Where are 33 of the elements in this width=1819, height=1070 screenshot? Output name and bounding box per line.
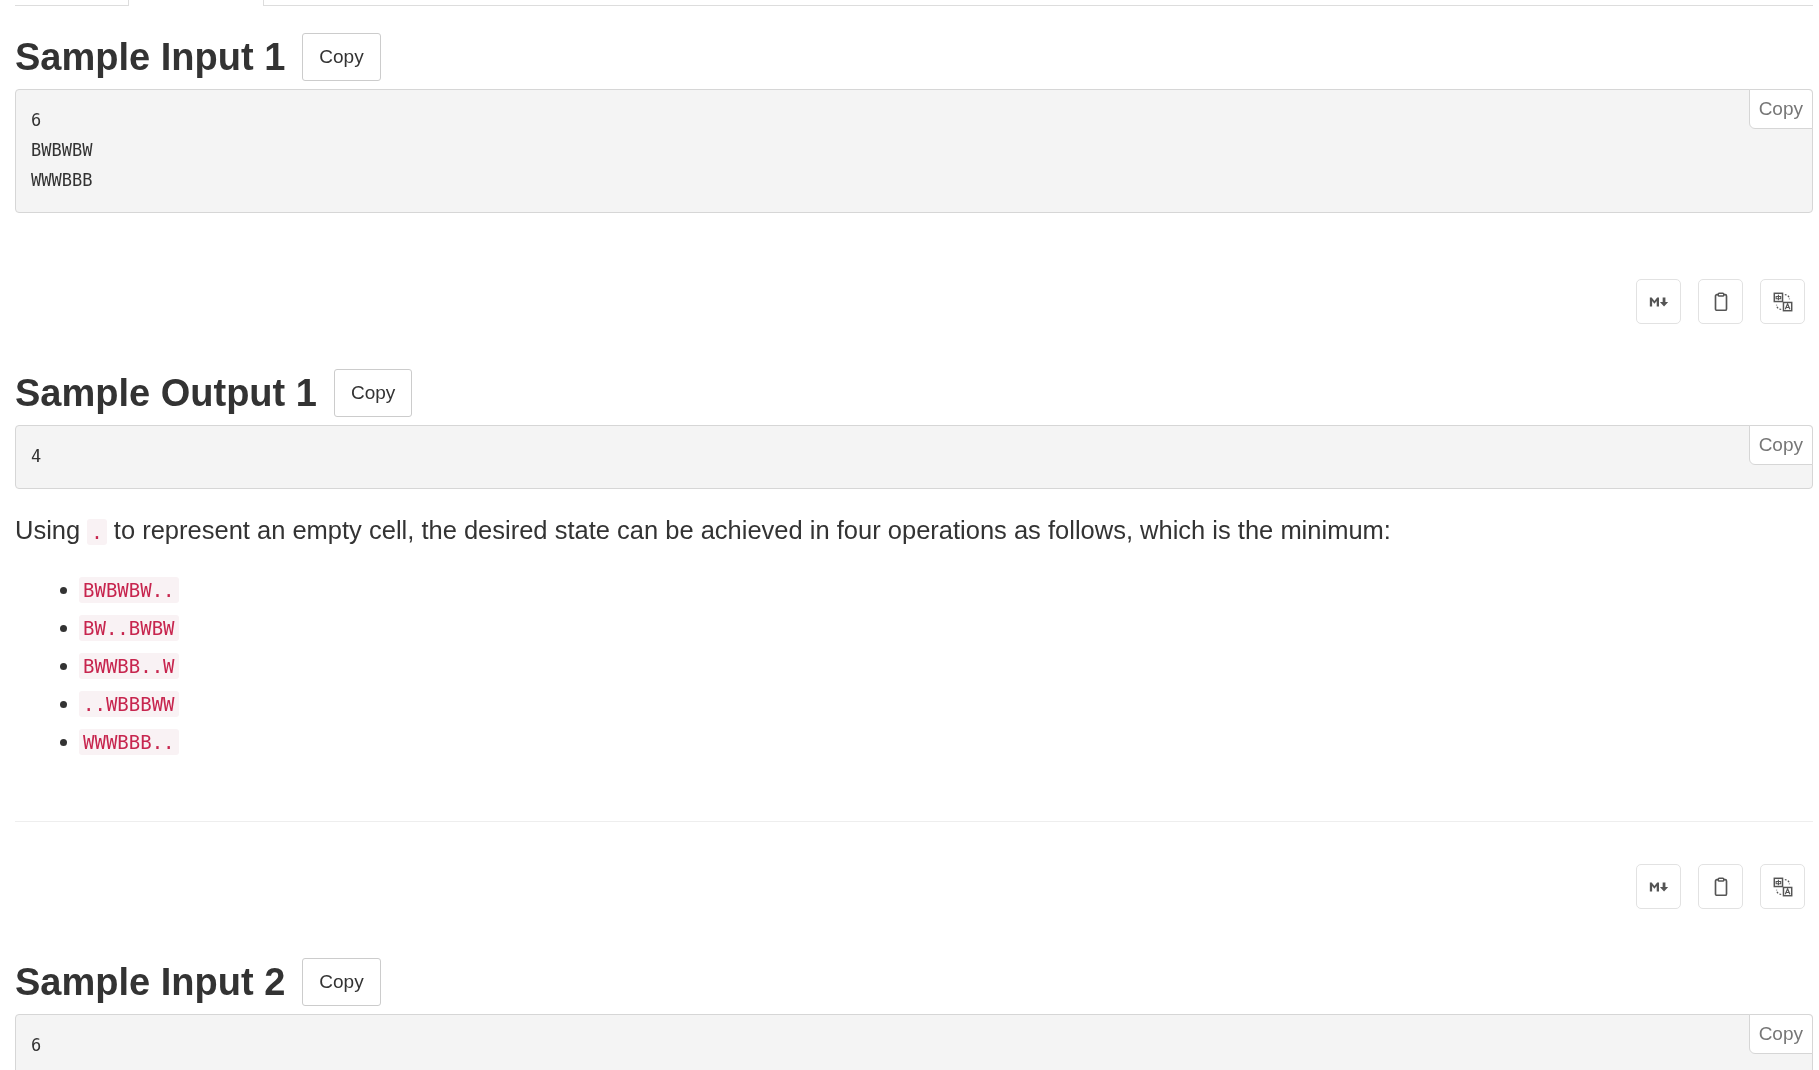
bullet-icon xyxy=(60,624,67,632)
state-code: WWWBBB.. xyxy=(79,729,179,755)
code-line: BWBWBW xyxy=(31,139,93,162)
markdown-button[interactable] xyxy=(1636,864,1681,909)
code-line: 4 xyxy=(31,445,42,468)
state-code: BWWBB..W xyxy=(79,653,179,679)
copy-button[interactable] xyxy=(1698,279,1743,324)
section-heading: Sample Input 1 xyxy=(15,35,286,80)
section-heading: Sample Output 1 xyxy=(15,371,317,416)
copy-button[interactable]: Copy xyxy=(302,33,381,81)
explanation-text: Using . to represent an empty cell, the desired state can be achieved in four operations as follows, which is the minimum: xyxy=(15,515,1392,547)
state-code: ..WBBBWW xyxy=(79,691,179,717)
section-heading: Sample Input 2 xyxy=(15,960,286,1005)
copy-button[interactable]: Copy xyxy=(1748,89,1813,129)
bullet-icon xyxy=(60,738,67,746)
copy-button[interactable]: Copy xyxy=(1748,425,1813,465)
copy-button[interactable]: Copy xyxy=(1748,1014,1813,1054)
code-line: WWWBBB xyxy=(31,169,93,192)
copy-button[interactable]: Copy xyxy=(333,369,413,417)
copy-button[interactable] xyxy=(1698,864,1743,909)
bullet-icon xyxy=(60,586,67,594)
bullet-icon xyxy=(60,700,67,708)
state-code: BWBWBW.. xyxy=(79,577,179,603)
translate-button[interactable] xyxy=(1760,864,1805,909)
bullet-icon xyxy=(60,662,67,670)
copy-button[interactable]: Copy xyxy=(302,958,381,1006)
code-line: 6 xyxy=(31,1034,42,1057)
translate-button[interactable] xyxy=(1760,279,1805,324)
state-code: BW..BWBW xyxy=(79,615,179,641)
translate-icon xyxy=(1771,875,1794,898)
translate-icon xyxy=(1771,290,1794,313)
code-line: 6 xyxy=(31,109,42,132)
markdown-button[interactable] xyxy=(1636,279,1681,324)
